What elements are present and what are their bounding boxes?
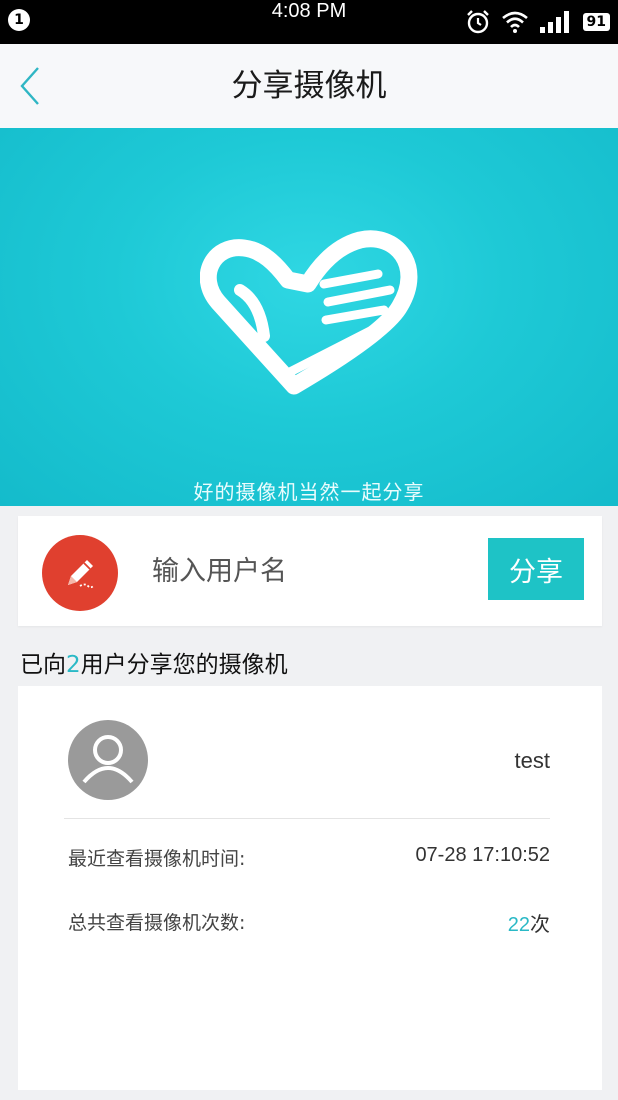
battery-icon: 91	[582, 13, 610, 31]
banner-slogan: 好的摄像机当然一起分享	[193, 480, 425, 504]
title-bar: 分享摄像机	[0, 44, 618, 128]
signal-icon	[539, 11, 569, 33]
total-views-count: 22	[507, 914, 530, 936]
share-button[interactable]: 分享	[488, 538, 584, 600]
username-input[interactable]	[150, 546, 454, 596]
heading-prefix: 已向	[20, 652, 66, 678]
shared-user-name: test	[514, 748, 550, 773]
user-avatar-icon	[68, 720, 148, 800]
shared-count: 2	[66, 652, 81, 678]
heading-suffix: 用户分享您的摄像机	[80, 652, 288, 678]
last-view-value: 07-28 17:10:52	[415, 844, 550, 866]
shared-users-heading: 已向2用户分享您的摄像机	[20, 645, 288, 679]
alarm-icon	[466, 10, 489, 34]
shared-user-card[interactable]: test 最近查看摄像机时间: 07-28 17:10:52 总共查看摄像机次数…	[18, 686, 602, 1090]
pencil-icon	[42, 535, 118, 611]
total-views-value: 22次	[508, 908, 550, 937]
status-bar: 1 4:08 PM 91	[0, 0, 618, 44]
share-form: 分享	[18, 516, 602, 626]
divider	[64, 818, 550, 819]
status-icons: 91	[465, 8, 610, 36]
last-view-label: 最近查看摄像机时间:	[68, 848, 246, 870]
total-views-label: 总共查看摄像机次数:	[68, 912, 246, 934]
wifi-icon	[501, 11, 528, 33]
heart-hand-icon	[200, 230, 418, 395]
page-title: 分享摄像机	[231, 68, 387, 104]
total-views-unit: 次	[530, 912, 550, 936]
